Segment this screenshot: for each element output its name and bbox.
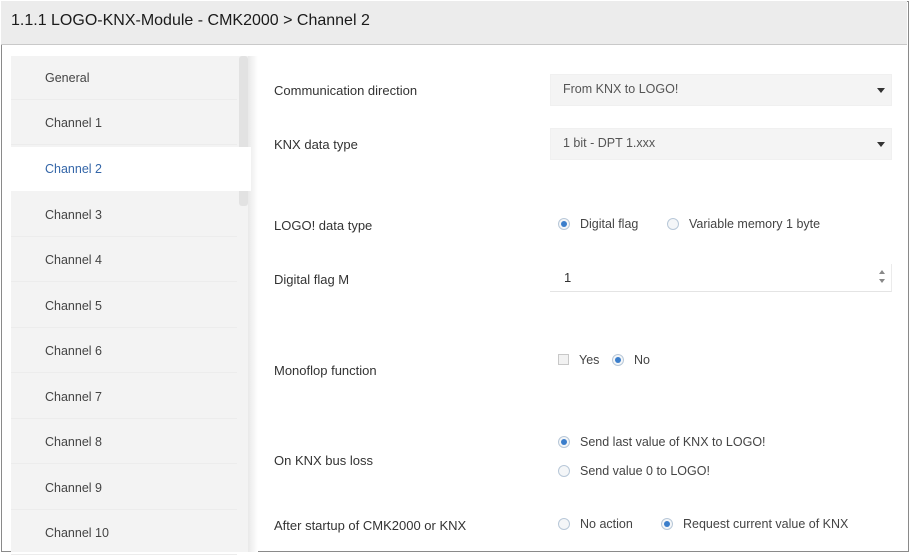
radio-selected-icon[interactable]	[558, 218, 570, 230]
sidebar-item-channel-3[interactable]: Channel 3	[11, 193, 237, 237]
knx-data-type-value: 1 bit - DPT 1.xxx	[563, 136, 656, 150]
sidebar-item-channel-7[interactable]: Channel 7	[11, 375, 237, 419]
bus-loss-label: On KNX bus loss	[274, 453, 373, 468]
monoflop-label: Monoflop function	[274, 363, 377, 378]
title-bar: 1.1.1 LOGO-KNX-Module - CMK2000 > Channe…	[1, 1, 907, 45]
startup-no-action-option[interactable]: No action	[558, 517, 633, 531]
startup-request-value-option[interactable]: Request current value of KNX	[661, 517, 848, 531]
comm-direction-value: From KNX to LOGO!	[563, 82, 679, 96]
digital-flag-label: Digital flag M	[274, 272, 350, 287]
monoflop-yes-option[interactable]: Yes	[558, 353, 599, 367]
startup-label: After startup of CMK2000 or KNX	[274, 518, 467, 533]
radio-selected-icon[interactable]	[612, 354, 624, 366]
logo-type-variable-memory-option[interactable]: Variable memory 1 byte	[667, 217, 820, 231]
checkbox-icon[interactable]	[558, 354, 569, 365]
sidebar-item-general[interactable]: General	[11, 56, 237, 100]
window-title: 1.1.1 LOGO-KNX-Module - CMK2000 > Channe…	[11, 12, 370, 29]
sidebar-item-channel-8[interactable]: Channel 8	[11, 420, 237, 464]
logo-type-digital-flag-option[interactable]: Digital flag	[558, 217, 638, 231]
bus-loss-send-zero-option[interactable]: Send value 0 to LOGO!	[558, 464, 710, 478]
digital-flag-value: 1	[564, 270, 572, 285]
digital-flag-stepper[interactable]: 1	[550, 264, 892, 292]
chevron-down-icon	[877, 142, 885, 147]
knx-data-type-label: KNX data type	[274, 137, 358, 152]
spin-up-icon[interactable]	[879, 270, 885, 274]
monoflop-no-option[interactable]: No	[612, 353, 650, 367]
sidebar-item-channel-1[interactable]: Channel 1	[11, 101, 237, 145]
comm-direction-dropdown[interactable]: From KNX to LOGO!	[550, 74, 892, 106]
sidebar-item-channel-5[interactable]: Channel 5	[11, 284, 237, 328]
bus-loss-send-last-option[interactable]: Send last value of KNX to LOGO!	[558, 435, 766, 449]
sidebar-item-channel-9[interactable]: Channel 9	[11, 466, 237, 510]
sidebar-item-channel-10[interactable]: Channel 10	[11, 511, 237, 555]
radio-unselected-icon[interactable]	[558, 465, 570, 477]
knx-data-type-dropdown[interactable]: 1 bit - DPT 1.xxx	[550, 128, 892, 160]
radio-unselected-icon[interactable]	[558, 518, 570, 530]
radio-unselected-icon[interactable]	[667, 218, 679, 230]
comm-direction-label: Communication direction	[274, 83, 418, 98]
logo-data-type-label: LOGO! data type	[274, 218, 373, 233]
spin-down-icon[interactable]	[879, 279, 885, 283]
sidebar-divider	[248, 56, 258, 552]
radio-selected-icon[interactable]	[661, 518, 673, 530]
sidebar-item-channel-6[interactable]: Channel 6	[11, 329, 237, 373]
sidebar-item-channel-2[interactable]: Channel 2	[11, 147, 251, 191]
sidebar-item-channel-4[interactable]: Channel 4	[11, 238, 237, 282]
radio-selected-icon[interactable]	[558, 436, 570, 448]
chevron-down-icon	[877, 88, 885, 93]
